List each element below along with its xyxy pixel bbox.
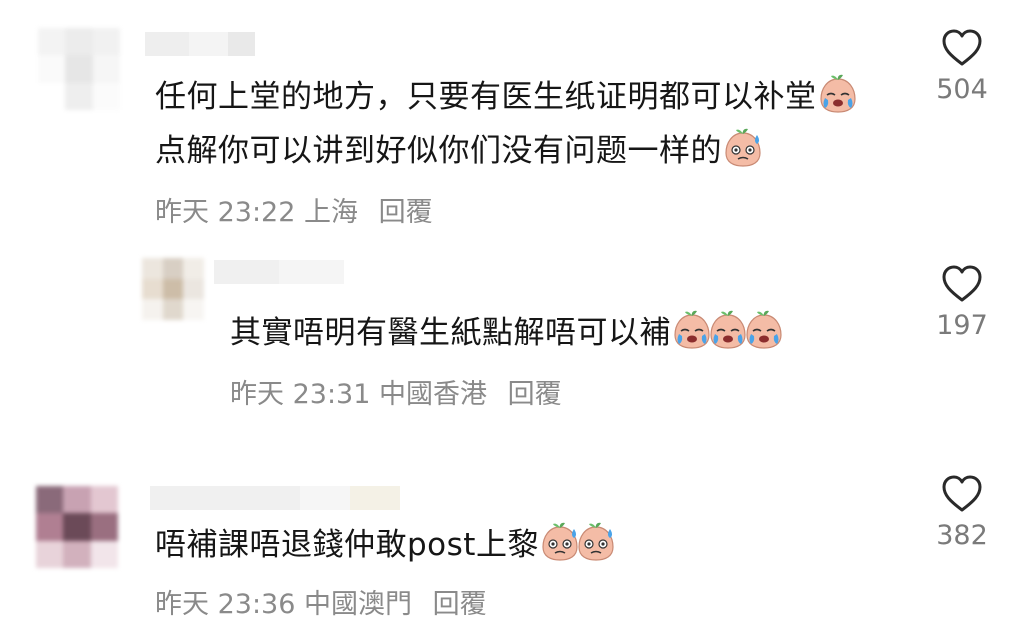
crying-emoji-icon — [817, 73, 859, 115]
avatar[interactable] — [38, 28, 120, 110]
comment-3: 唔補課唔退錢仲敢post上黎 昨天 23:36 中國澳門 回覆 382 — [0, 470, 1024, 620]
like-button[interactable]: 382 — [917, 474, 1007, 551]
reply-button[interactable]: 回覆 — [508, 379, 562, 410]
comment-1: 任何上堂的地方，只要有医生纸证明都可以补堂 点解你可以讲到好似你们没有问题一样的… — [0, 0, 1024, 240]
like-count: 197 — [936, 310, 988, 341]
comment-text: 其實唔明有醫生紙點解唔可以補 — [230, 306, 779, 360]
sweat-emoji-icon — [722, 127, 764, 169]
avatar[interactable] — [142, 258, 204, 320]
username-redacted[interactable] — [214, 260, 344, 284]
comment-text-line: 唔補課唔退錢仲敢post上黎 — [155, 527, 539, 563]
heart-icon[interactable] — [940, 474, 984, 514]
like-count: 382 — [936, 520, 988, 551]
like-button[interactable]: 504 — [917, 28, 1007, 105]
comment-time: 昨天 23:36 — [155, 589, 296, 620]
crying-emoji-icon — [743, 309, 785, 351]
reply-button[interactable]: 回覆 — [433, 589, 487, 620]
comment-2: 其實唔明有醫生紙點解唔可以補 昨天 23:31 中國香港 回覆 197 — [0, 240, 1024, 440]
heart-icon[interactable] — [940, 264, 984, 304]
reply-button[interactable]: 回覆 — [379, 197, 433, 228]
comment-text-line: 其實唔明有醫生紙點解唔可以補 — [230, 315, 671, 351]
comment-location: 中國香港 — [379, 379, 487, 410]
comment-text-line1: 任何上堂的地方，只要有医生纸证明都可以补堂 — [155, 79, 817, 115]
comment-time: 昨天 23:22 — [155, 197, 296, 228]
username-redacted[interactable] — [150, 486, 400, 510]
username-redacted[interactable] — [145, 32, 255, 56]
sweat-emoji-icon — [575, 521, 617, 563]
like-button[interactable]: 197 — [917, 264, 1007, 341]
comment-time: 昨天 23:31 — [230, 379, 371, 410]
comment-text: 唔補課唔退錢仲敢post上黎 — [155, 518, 611, 572]
comment-meta: 昨天 23:31 中國香港 回覆 — [230, 372, 562, 411]
heart-icon[interactable] — [940, 28, 984, 68]
comment-text-line2: 点解你可以讲到好似你们没有问题一样的 — [155, 133, 722, 169]
avatar[interactable] — [36, 486, 118, 568]
comment-meta: 昨天 23:36 中國澳門 回覆 — [155, 582, 487, 621]
comment-location: 上海 — [304, 197, 358, 228]
comment-text: 任何上堂的地方，只要有医生纸证明都可以补堂 点解你可以讲到好似你们没有问题一样的 — [155, 70, 853, 178]
comment-meta: 昨天 23:22 上海 回覆 — [155, 190, 433, 229]
comment-location: 中國澳門 — [304, 589, 412, 620]
like-count: 504 — [936, 74, 988, 105]
